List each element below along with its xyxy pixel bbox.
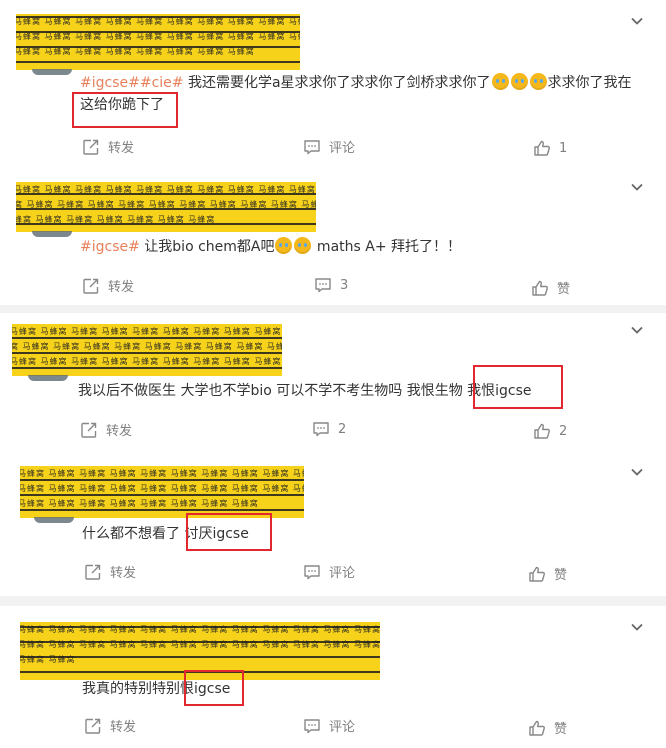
chevron-down-icon[interactable] xyxy=(630,14,644,28)
post-5: 马蜂窝 马蜂窝 马蜂窝 马蜂窝 马蜂窝 马蜂窝 马蜂窝 马蜂窝 马蜂窝 马蜂窝 … xyxy=(0,606,666,748)
redacted-user-info: 马蜂窝 马蜂窝 马蜂窝 马蜂窝 马蜂窝 马蜂窝 马蜂窝 马蜂窝 马蜂窝 马蜂窝 … xyxy=(20,622,380,680)
forward-button[interactable]: 转发 xyxy=(82,276,134,295)
comment-icon xyxy=(314,276,332,294)
post-text: #igcse# 让我bio chem都A吧 maths A+ 拜托了！！ xyxy=(80,237,462,255)
forward-button[interactable]: 转发 xyxy=(82,137,134,156)
crying-emoji-icon xyxy=(529,73,547,90)
avatar[interactable] xyxy=(28,375,68,381)
divider xyxy=(0,596,666,606)
comment-button[interactable]: 评论 xyxy=(303,562,355,581)
thumbs-up-icon xyxy=(528,719,546,737)
comment-button[interactable]: 3 xyxy=(314,276,348,294)
redacted-user-info: 马蜂窝 马蜂窝 马蜂窝 马蜂窝 马蜂窝 马蜂窝 马蜂窝 马蜂窝 马蜂窝 马蜂窝 … xyxy=(20,466,304,518)
avatar[interactable] xyxy=(32,231,72,237)
like-button[interactable]: 赞 xyxy=(528,564,567,583)
crying-emoji-icon xyxy=(275,237,293,254)
like-button[interactable]: 赞 xyxy=(531,278,570,297)
redacted-user-info: 马蜂窝 马蜂窝 马蜂窝 马蜂窝 马蜂窝 马蜂窝 马蜂窝 马蜂窝 马蜂窝 马蜂窝 … xyxy=(12,324,282,376)
post-text: 什么都不想看了 讨厌igcse xyxy=(82,526,249,542)
avatar[interactable] xyxy=(34,517,74,523)
forward-button[interactable]: 转发 xyxy=(84,562,136,581)
comment-button[interactable]: 评论 xyxy=(303,716,355,735)
thumbs-up-icon xyxy=(533,139,551,157)
avatar[interactable] xyxy=(32,69,72,75)
crying-emoji-icon xyxy=(510,73,528,90)
divider xyxy=(0,305,666,313)
thumbs-up-icon xyxy=(528,565,546,583)
comment-icon xyxy=(303,138,321,156)
forward-button[interactable]: 转发 xyxy=(80,420,132,439)
comment-button[interactable]: 评论 xyxy=(303,137,355,156)
forward-button[interactable]: 转发 xyxy=(84,716,136,735)
redacted-user-info: 马蜂窝 马蜂窝 马蜂窝 马蜂窝 马蜂窝 马蜂窝 马蜂窝 马蜂窝 马蜂窝 马蜂窝 … xyxy=(16,182,316,232)
comment-icon xyxy=(312,420,330,438)
post-2: 马蜂窝 马蜂窝 马蜂窝 马蜂窝 马蜂窝 马蜂窝 马蜂窝 马蜂窝 马蜂窝 马蜂窝 … xyxy=(0,170,666,305)
share-icon xyxy=(80,421,98,439)
share-icon xyxy=(84,717,102,735)
hashtag-link[interactable]: #igcse# xyxy=(80,239,140,255)
post-text: 我真的特别特别恨igcse xyxy=(82,681,231,697)
crying-emoji-icon xyxy=(294,237,312,254)
redacted-user-info: 马蜂窝 马蜂窝 马蜂窝 马蜂窝 马蜂窝 马蜂窝 马蜂窝 马蜂窝 马蜂窝 马蜂窝 … xyxy=(16,14,300,70)
like-button[interactable]: 1 xyxy=(533,139,567,157)
post-4: 马蜂窝 马蜂窝 马蜂窝 马蜂窝 马蜂窝 马蜂窝 马蜂窝 马蜂窝 马蜂窝 马蜂窝 … xyxy=(0,455,666,595)
comment-icon xyxy=(303,563,321,581)
post-3: 马蜂窝 马蜂窝 马蜂窝 马蜂窝 马蜂窝 马蜂窝 马蜂窝 马蜂窝 马蜂窝 马蜂窝 … xyxy=(0,313,666,453)
chevron-down-icon[interactable] xyxy=(630,620,644,634)
thumbs-up-icon xyxy=(531,279,549,297)
share-icon xyxy=(82,277,100,295)
chevron-down-icon[interactable] xyxy=(630,180,644,194)
share-icon xyxy=(82,138,100,156)
post-1: 马蜂窝 马蜂窝 马蜂窝 马蜂窝 马蜂窝 马蜂窝 马蜂窝 马蜂窝 马蜂窝 马蜂窝 … xyxy=(0,0,666,165)
chevron-down-icon[interactable] xyxy=(630,323,644,337)
share-icon xyxy=(84,563,102,581)
like-button[interactable]: 赞 xyxy=(528,718,567,737)
hashtag-link[interactable]: #igcse##cie# xyxy=(80,75,184,91)
post-text: 我以后不做医生 大学也不学bio 可以不学不考生物吗 我恨生物 我恨igcse xyxy=(78,383,532,399)
post-text: #igcse##cie# 我还需要化学a星求求你了求求你了剑桥求求你了 求求你了我… xyxy=(80,73,632,113)
like-button[interactable]: 2 xyxy=(533,422,567,440)
comment-button[interactable]: 2 xyxy=(312,420,346,438)
crying-emoji-icon xyxy=(491,73,509,90)
comment-icon xyxy=(303,717,321,735)
thumbs-up-icon xyxy=(533,422,551,440)
chevron-down-icon[interactable] xyxy=(630,465,644,479)
